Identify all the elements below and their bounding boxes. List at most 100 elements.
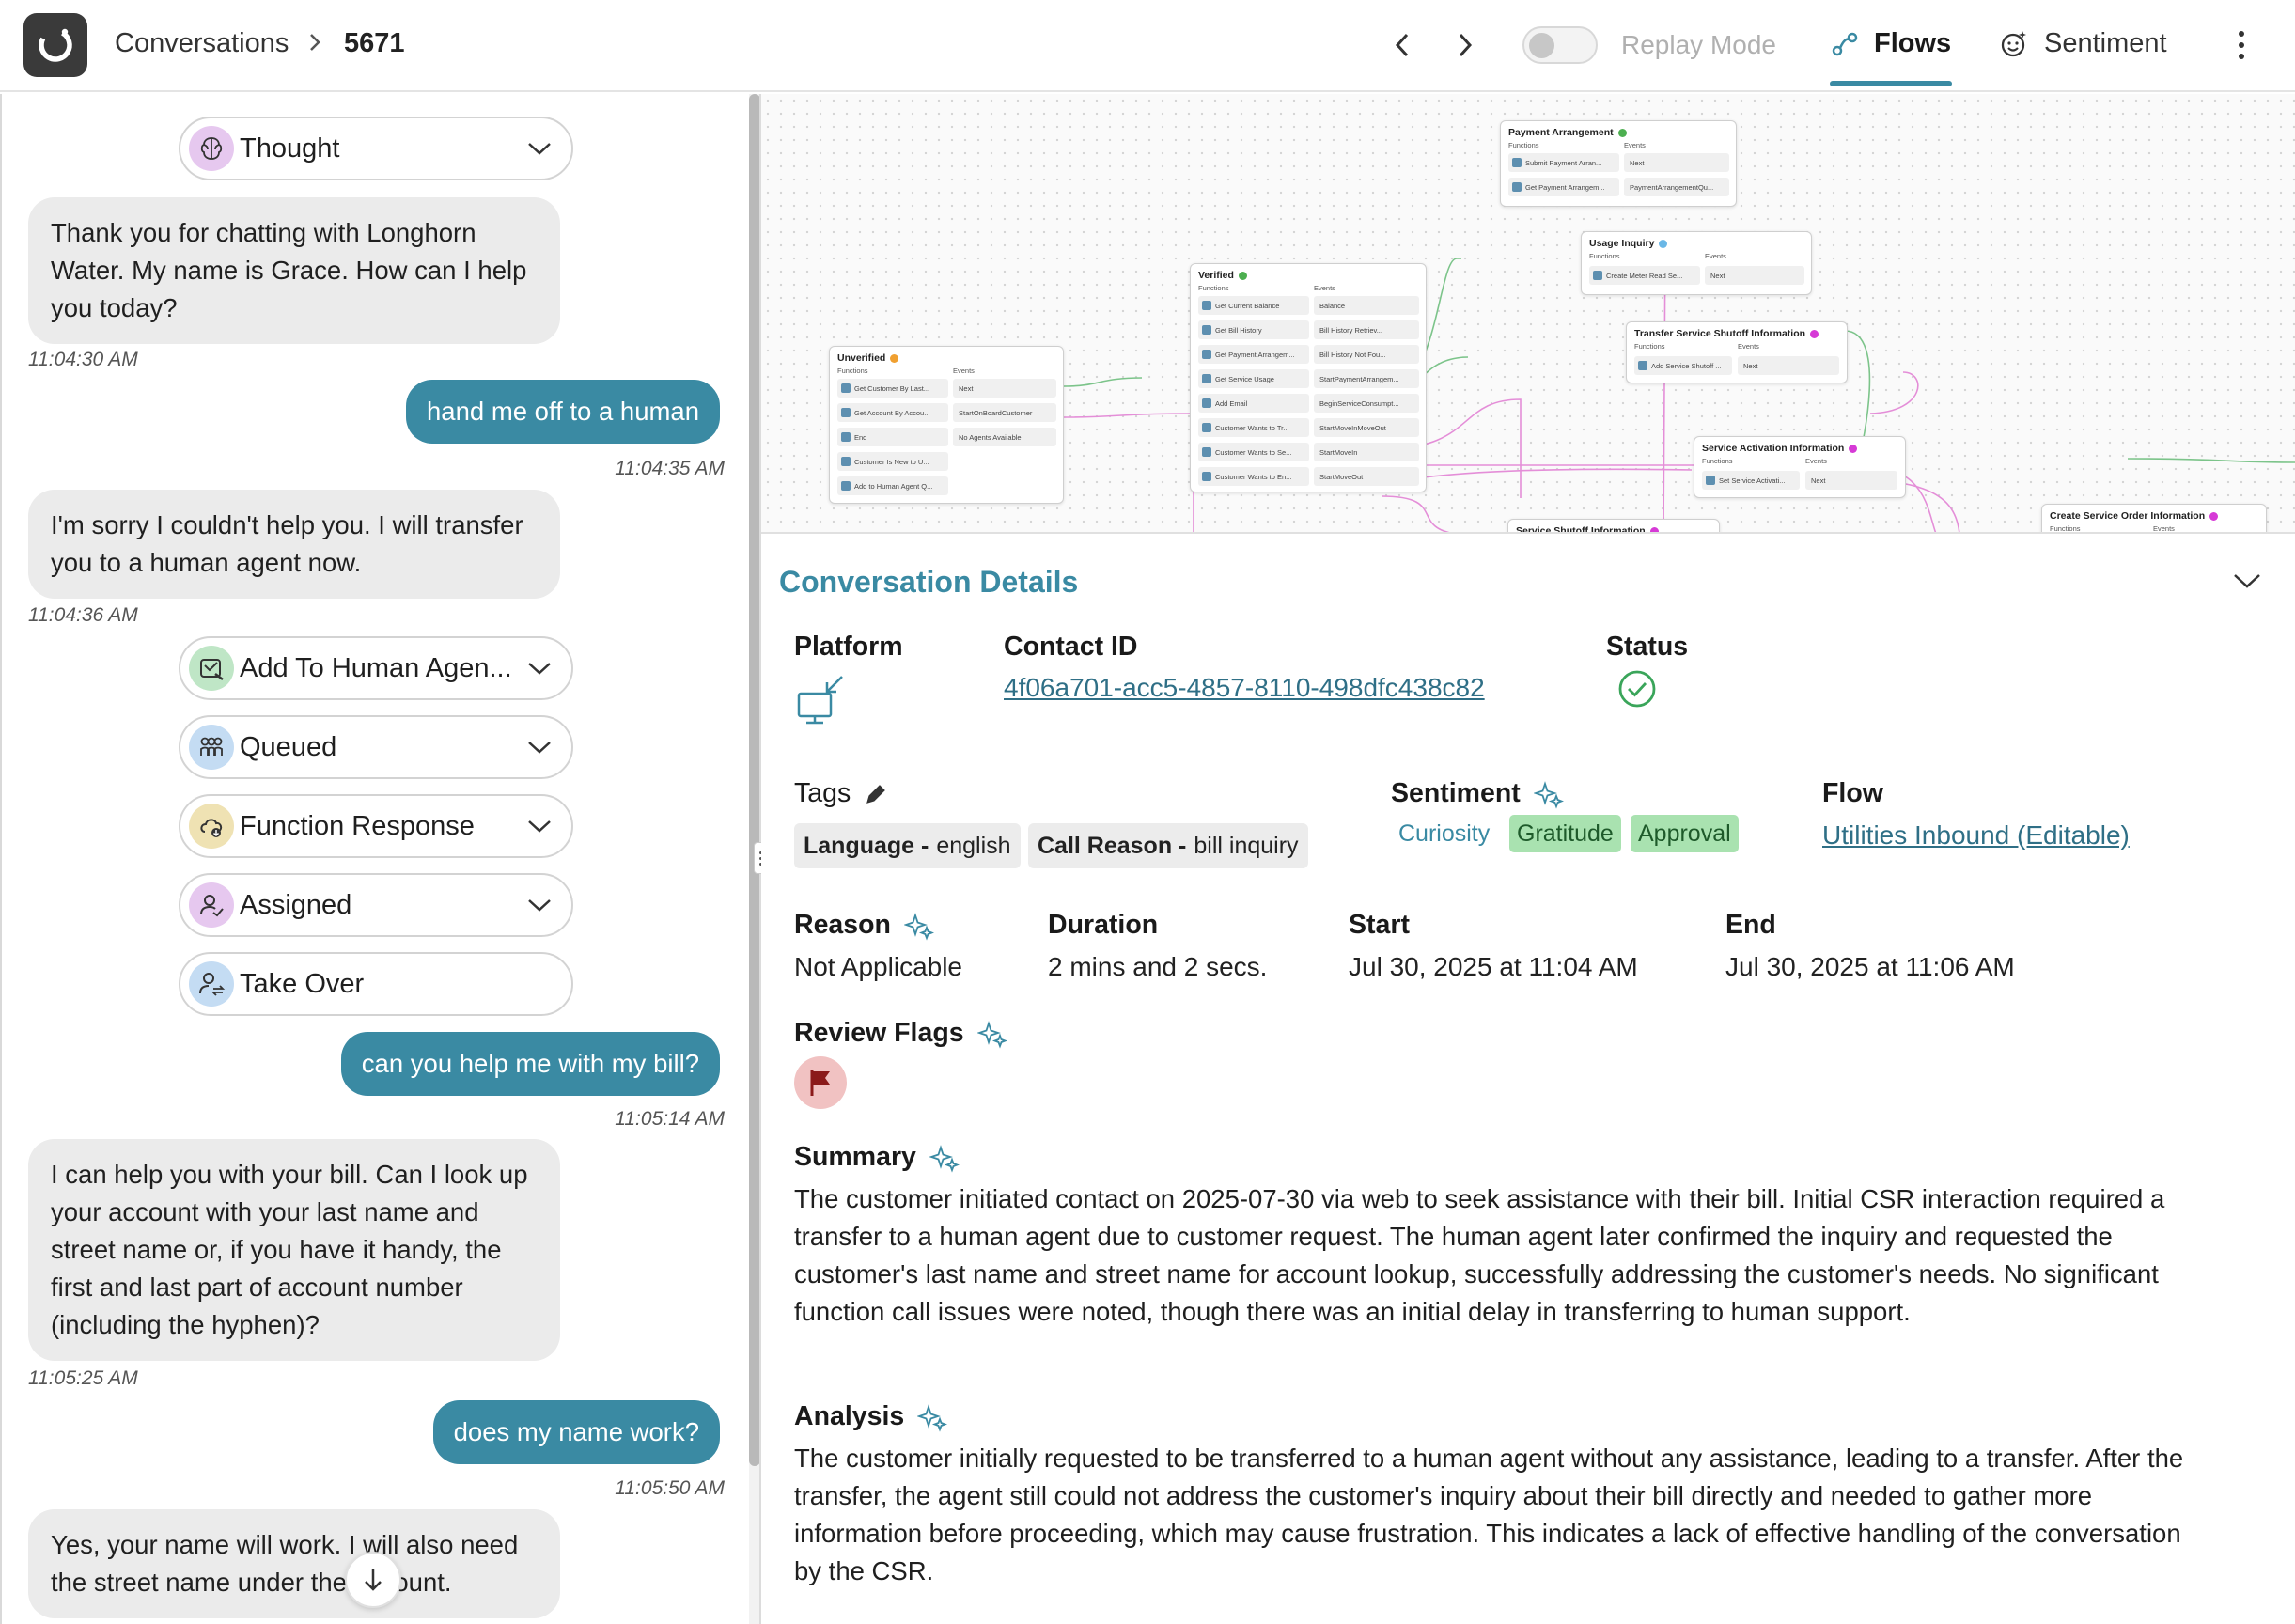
node-title: Unverified — [837, 352, 886, 364]
app-logo[interactable] — [23, 13, 87, 77]
thought-label: Thought — [240, 133, 340, 164]
flow-node-transfer-service-shutoff[interactable]: Transfer Service Shutoff Information Fun… — [1626, 321, 1848, 383]
events-header: Events — [1624, 141, 1646, 149]
function-response-event[interactable]: Function Response — [179, 794, 573, 858]
take-over-label: Take Over — [240, 968, 365, 999]
event-row[interactable]: StartPaymentArrangem... — [1314, 369, 1419, 388]
functions-header: Functions — [2050, 524, 2081, 533]
event-row[interactable]: Next — [1705, 266, 1804, 285]
function-row[interactable]: Get Account By Accou... — [837, 403, 948, 422]
conversation-details-title: Conversation Details — [779, 565, 1079, 599]
event-row[interactable]: Bill History Not Fou... — [1314, 345, 1419, 364]
event-row[interactable]: PaymentArrangementQu... — [1624, 178, 1729, 196]
function-row[interactable]: Get Payment Arrangem... — [1198, 345, 1309, 364]
sentiment-chip: Gratitude — [1509, 815, 1621, 852]
status-dot — [890, 353, 899, 363]
status-dot — [1238, 271, 1247, 280]
pencil-icon[interactable] — [864, 782, 888, 806]
scroll-to-bottom-button[interactable] — [345, 1552, 401, 1608]
function-row[interactable]: Get Bill History — [1198, 320, 1309, 339]
flow-node-create-service-order[interactable]: Create Service Order Information Functio… — [2041, 504, 2267, 533]
event-row[interactable]: Next — [953, 379, 1056, 398]
event-row[interactable]: Bill History Retriev... — [1314, 320, 1419, 339]
event-row[interactable]: StartOnBoardCustomer — [953, 403, 1056, 422]
tab-flows[interactable]: Flows — [1831, 28, 1951, 59]
functions-header: Functions — [1634, 342, 1665, 351]
collapse-chevron-icon[interactable] — [2231, 570, 2263, 592]
duration-value: 2 mins and 2 secs. — [1048, 952, 1268, 981]
queued-event[interactable]: Queued — [179, 715, 573, 779]
previous-button[interactable] — [1384, 26, 1422, 64]
function-row[interactable]: Customer Is New to U... — [837, 452, 948, 471]
replay-mode-toggle[interactable] — [1522, 26, 1598, 64]
sentiment-chip: Curiosity — [1391, 815, 1498, 852]
flow-node-service-activation[interactable]: Service Activation Information Functions… — [1694, 436, 1906, 498]
flow-node-unverified[interactable]: Unverified Functions Events Get Customer… — [829, 346, 1064, 504]
reason-value: Not Applicable — [794, 952, 963, 981]
breadcrumb-conversations[interactable]: Conversations — [115, 28, 289, 59]
function-row[interactable]: Add Service Shutoff ... — [1634, 356, 1732, 375]
event-row[interactable]: BeginServiceConsumpt... — [1314, 394, 1419, 413]
event-row[interactable]: Next — [1738, 356, 1839, 375]
flow-node-payment-arrangement[interactable]: Payment Arrangement Functions Events Sub… — [1500, 120, 1737, 207]
assigned-event[interactable]: Assigned — [179, 873, 573, 937]
end-label: End — [1725, 910, 1776, 940]
edge — [1381, 495, 1450, 532]
add-to-human-agent-event[interactable]: Add To Human Agen... — [179, 636, 573, 700]
function-row[interactable]: Add to Human Agent Q... — [837, 476, 948, 495]
flow-node-verified[interactable]: Verified Functions Events Get Current Ba… — [1190, 263, 1427, 492]
node-title: Service Shutoff Information — [1516, 525, 1646, 534]
flow-node-service-shutoff[interactable]: Service Shutoff Information — [1507, 519, 1720, 534]
function-row[interactable]: End — [837, 428, 948, 446]
events-header: Events — [2153, 524, 2175, 533]
status-dot — [1649, 526, 1659, 532]
contact-id-link[interactable]: 4f06a701-acc5-4857-8110-498dfc438c82 — [1004, 673, 1485, 703]
take-over-event[interactable]: Take Over — [179, 952, 573, 1016]
user-swap-icon — [189, 961, 234, 1007]
summary-label-text: Summary — [794, 1142, 916, 1172]
bot-message: Thank you for chatting with Longhorn Wat… — [28, 197, 560, 344]
flow-canvas[interactable]: Unverified Functions Events Get Customer… — [761, 94, 2295, 534]
edge — [1869, 371, 1919, 414]
event-row[interactable]: Balance — [1314, 296, 1419, 315]
flow-node-usage-inquiry[interactable]: Usage Inquiry Functions Events Create Me… — [1581, 231, 1812, 295]
event-row[interactable]: StartMoveIn — [1314, 443, 1419, 461]
function-row[interactable]: Get Payment Arrangem... — [1508, 178, 1619, 196]
function-row[interactable]: Customer Wants to En... — [1198, 467, 1309, 486]
tag-key: Call Reason - — [1038, 832, 1187, 859]
function-row[interactable]: Submit Payment Arran... — [1508, 153, 1619, 172]
event-row[interactable]: StartMoveOut — [1314, 467, 1419, 486]
node-title: Transfer Service Shutoff Information — [1634, 328, 1806, 339]
function-row[interactable]: Add Email — [1198, 394, 1309, 413]
reason-label: Reason — [794, 910, 934, 941]
function-row[interactable]: Create Meter Read Se... — [1589, 266, 1700, 285]
function-row[interactable]: Get Service Usage — [1198, 369, 1309, 388]
analysis-label: Analysis — [794, 1401, 948, 1432]
event-row[interactable]: StartMoveInMoveOut — [1314, 418, 1419, 437]
analysis-label-text: Analysis — [794, 1401, 905, 1431]
function-row[interactable]: Get Customer By Last... — [837, 379, 948, 398]
function-row[interactable]: Customer Wants to Tr... — [1198, 418, 1309, 437]
event-row[interactable]: No Agents Available — [953, 428, 1056, 446]
flow-link[interactable]: Utilities Inbound (Editable) — [1822, 820, 2130, 851]
thought-event[interactable]: Thought — [179, 117, 573, 180]
function-row[interactable]: Set Service Activati... — [1702, 471, 1800, 490]
tag-language[interactable]: Language - english — [794, 823, 1021, 868]
tag-call-reason[interactable]: Call Reason - bill inquiry — [1028, 823, 1308, 868]
ai-sparkle-icon — [976, 1020, 1007, 1049]
contact-id-label: Contact ID — [1004, 632, 1138, 662]
event-row[interactable]: Next — [1624, 153, 1729, 172]
cloud-download-icon — [189, 804, 234, 849]
message-timestamp: 11:05:50 AM — [615, 1477, 725, 1499]
duration-label: Duration — [1048, 910, 1159, 940]
next-button[interactable] — [1445, 26, 1483, 64]
function-row[interactable]: Get Current Balance — [1198, 296, 1309, 315]
more-options-icon[interactable] — [2227, 26, 2256, 64]
function-row[interactable]: Customer Wants to Se... — [1198, 443, 1309, 461]
event-row[interactable]: Next — [1805, 471, 1897, 490]
start-label: Start — [1349, 910, 1410, 940]
review-flag-badge[interactable] — [794, 1056, 847, 1109]
tab-sentiment[interactable]: Sentiment — [1999, 28, 2167, 59]
user-assigned-icon — [189, 882, 234, 928]
tag-value: english — [936, 832, 1011, 859]
